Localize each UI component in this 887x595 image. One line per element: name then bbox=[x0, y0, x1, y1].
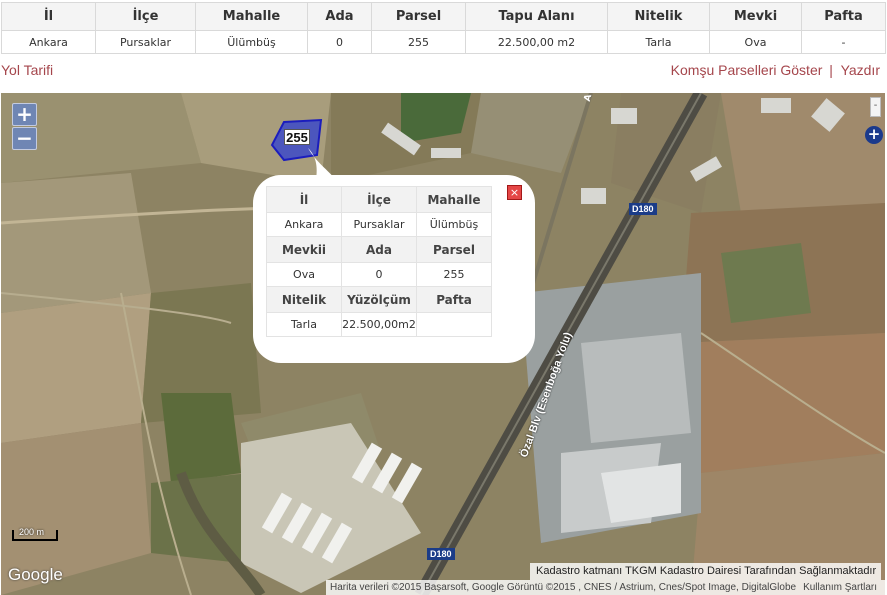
cell-il: Ankara bbox=[1, 30, 96, 54]
satellite-map[interactable]: + − - + A D180 D180 Özal Blv (Esenboğa Y… bbox=[1, 93, 885, 595]
header-mahalle: Mahalle bbox=[195, 2, 308, 31]
parcel-table-header-row: İl İlçe Mahalle Ada Parsel Tapu Alanı Ni… bbox=[1, 2, 886, 31]
terms-link[interactable]: Kullanım Şartları bbox=[803, 580, 877, 595]
scale-label: 200 m bbox=[19, 527, 45, 537]
parcel-number-label[interactable]: 255 bbox=[284, 129, 310, 145]
layer-collapse-button[interactable]: - bbox=[870, 97, 881, 117]
zoom-in-button[interactable]: + bbox=[12, 103, 37, 126]
popup-header-pafta: Pafta bbox=[416, 286, 492, 313]
header-pafta: Pafta bbox=[801, 2, 886, 31]
cell-ada: 0 bbox=[307, 30, 372, 54]
link-separator: | bbox=[829, 62, 833, 78]
header-ada: Ada bbox=[307, 2, 372, 31]
popup-cell-mevkii: Ova bbox=[266, 262, 342, 287]
cell-tapu-alani: 22.500,00 m2 bbox=[465, 30, 608, 54]
popup-header-row: Nitelik Yüzölçüm Pafta bbox=[266, 286, 492, 313]
kadastro-notice: Kadastro katmanı TKGM Kadastro Dairesi T… bbox=[530, 563, 881, 580]
popup-cell-mahalle: Ülümbüş bbox=[416, 212, 492, 237]
parcel-table-row: Ankara Pursaklar Ülümbüş 0 255 22.500,00… bbox=[1, 30, 886, 54]
cell-parsel: 255 bbox=[371, 30, 466, 54]
cell-mevki: Ova bbox=[709, 30, 802, 54]
zoom-out-button[interactable]: − bbox=[12, 127, 37, 150]
yol-tarifi-link[interactable]: Yol Tarifi bbox=[1, 62, 53, 78]
popup-value-row: Tarla 22.500,00m2 bbox=[266, 312, 492, 337]
road-badge-d180: D180 bbox=[427, 548, 455, 560]
header-ilce: İlçe bbox=[95, 2, 196, 31]
popup-header-mahalle: Mahalle bbox=[416, 186, 492, 213]
popup-cell-yuzolcum: 22.500,00m2 bbox=[341, 312, 417, 337]
popup-value-row: Ova 0 255 bbox=[266, 262, 492, 287]
popup-cell-ilce: Pursaklar bbox=[341, 212, 417, 237]
popup-cell-nitelik: Tarla bbox=[266, 312, 342, 337]
cell-pafta: - bbox=[801, 30, 886, 54]
popup-cell-pafta bbox=[416, 312, 492, 337]
popup-cell-il: Ankara bbox=[266, 212, 342, 237]
attribution-text: Harita verileri ©2015 Başarsoft, Google … bbox=[330, 582, 797, 593]
road-badge-d180: D180 bbox=[629, 203, 657, 215]
header-nitelik: Nitelik bbox=[607, 2, 710, 31]
header-il: İl bbox=[1, 2, 96, 31]
popup-info-table: İl İlçe Mahalle Ankara Pursaklar Ülümbüş… bbox=[266, 186, 492, 337]
cell-mahalle: Ülümbüş bbox=[195, 30, 308, 54]
popup-header-ilce: İlçe bbox=[341, 186, 417, 213]
popup-header-nitelik: Nitelik bbox=[266, 286, 342, 313]
header-tapu-alani: Tapu Alanı bbox=[465, 2, 608, 31]
popup-header-row: Mevkii Ada Parsel bbox=[266, 236, 492, 263]
close-icon[interactable]: × bbox=[507, 185, 522, 200]
komsu-parseller-link[interactable]: Komşu Parselleri Göster bbox=[671, 62, 823, 78]
yazdir-link[interactable]: Yazdır bbox=[841, 62, 880, 78]
popup-header-mevkii: Mevkii bbox=[266, 236, 342, 263]
cell-ilce: Pursaklar bbox=[95, 30, 196, 54]
popup-header-ada: Ada bbox=[341, 236, 417, 263]
popup-header-yuzolcum: Yüzölçüm bbox=[341, 286, 417, 313]
right-links: Komşu Parselleri Göster | Yazdır bbox=[671, 62, 880, 78]
popup-cell-parsel: 255 bbox=[416, 262, 492, 287]
links-row: Yol Tarifi Komşu Parselleri Göster | Yaz… bbox=[0, 62, 887, 82]
popup-header-parsel: Parsel bbox=[416, 236, 492, 263]
parcel-info-table: İl İlçe Mahalle Ada Parsel Tapu Alanı Ni… bbox=[1, 2, 886, 54]
cell-nitelik: Tarla bbox=[607, 30, 710, 54]
header-parsel: Parsel bbox=[371, 2, 466, 31]
popup-header-row: İl İlçe Mahalle bbox=[266, 186, 492, 213]
popup-header-il: İl bbox=[266, 186, 342, 213]
popup-cell-ada: 0 bbox=[341, 262, 417, 287]
google-logo[interactable]: Google bbox=[8, 565, 63, 585]
popup-value-row: Ankara Pursaklar Ülümbüş bbox=[266, 212, 492, 237]
map-attribution: Harita verileri ©2015 Başarsoft, Google … bbox=[326, 580, 885, 595]
header-mevki: Mevki bbox=[709, 2, 802, 31]
layer-plus-icon[interactable]: + bbox=[865, 126, 883, 144]
